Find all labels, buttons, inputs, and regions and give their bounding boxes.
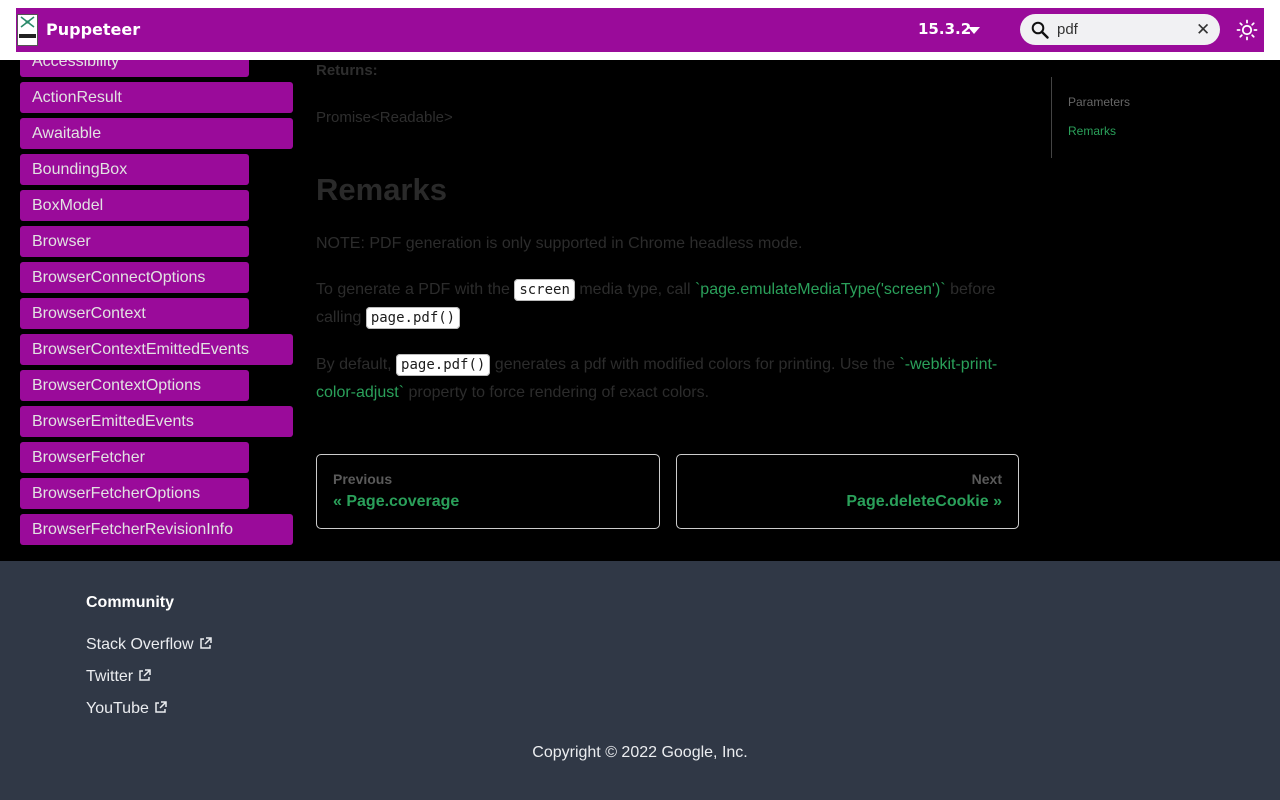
pager-title: Page.deleteCookie » bbox=[846, 493, 1002, 510]
sidebar-item-browsercontextemittedevents[interactable]: BrowserContextEmittedEvents bbox=[20, 334, 293, 365]
footer-link-label: Twitter bbox=[86, 668, 134, 685]
media-type-paragraph: To generate a PDF with the screen media … bbox=[316, 276, 1016, 332]
sidebar-item-label: BoxModel bbox=[32, 197, 104, 214]
sidebar-item-browserfetcherrevisioninfo[interactable]: BrowserFetcherRevisionInfo bbox=[20, 514, 293, 545]
pager-sublabel: Previous bbox=[333, 471, 393, 487]
footer-link-twitter[interactable]: Twitter bbox=[86, 668, 151, 686]
sidebar-item-boxmodel[interactable]: BoxModel bbox=[20, 190, 249, 221]
emulate-media-type-link[interactable]: `page.emulateMediaType('screen')` bbox=[695, 281, 946, 298]
remarks-heading: Remarks bbox=[316, 172, 447, 207]
previous-page-link[interactable]: Previous « Page.coverage bbox=[316, 454, 660, 529]
toc-item-parameters[interactable]: Parameters bbox=[1068, 95, 1130, 109]
puppeteer-logo-icon bbox=[20, 16, 35, 28]
sidebar-item-label: BrowserContextOptions bbox=[32, 377, 201, 394]
sidebar-item-label: BrowserContextEmittedEvents bbox=[32, 341, 249, 358]
sidebar-item-browsercontextoptions[interactable]: BrowserContextOptions bbox=[20, 370, 249, 401]
navbar-frame-right bbox=[1264, 0, 1280, 60]
version-dropdown[interactable]: 15.3.2 bbox=[918, 20, 971, 38]
search-input[interactable] bbox=[1057, 14, 1187, 45]
next-page-link[interactable]: Next Page.deleteCookie » bbox=[676, 454, 1019, 529]
returns-value: Promise<Readable> bbox=[316, 109, 453, 126]
logo-caption bbox=[19, 34, 36, 38]
sidebar-item-browserfetcheroptions[interactable]: BrowserFetcherOptions bbox=[20, 478, 249, 509]
navbar-divider bbox=[0, 52, 1280, 60]
sidebar-item-label: Browser bbox=[32, 233, 91, 250]
navbar-frame-top bbox=[0, 0, 1280, 8]
close-icon[interactable]: ✕ bbox=[1196, 20, 1210, 40]
puppeteer-logo[interactable] bbox=[17, 14, 38, 46]
sidebar-item-browseremittedevents[interactable]: BrowserEmittedEvents bbox=[20, 406, 293, 437]
sidebar-item-browser[interactable]: Browser bbox=[20, 226, 249, 257]
sidebar-item-label: BrowserFetcherRevisionInfo bbox=[32, 521, 233, 538]
sidebar-item-browsercontext[interactable]: BrowserContext bbox=[20, 298, 249, 329]
paragraph-text: property to force rendering of exact col… bbox=[404, 384, 710, 401]
sidebar-item-browserconnectoptions[interactable]: BrowserConnectOptions bbox=[20, 262, 249, 293]
sidebar-item-label: BrowserEmittedEvents bbox=[32, 413, 194, 430]
brand-title[interactable]: Puppeteer bbox=[46, 20, 140, 39]
sidebar-item-actionresult[interactable]: ActionResult bbox=[20, 82, 293, 113]
print-colors-paragraph: By default, page.pdf() generates a pdf w… bbox=[316, 351, 1016, 406]
note-paragraph: NOTE: PDF generation is only supported i… bbox=[316, 235, 803, 252]
paragraph-text: generates a pdf with modified colors for… bbox=[490, 356, 900, 373]
toc-divider bbox=[1051, 77, 1052, 158]
chevron-down-icon[interactable] bbox=[968, 27, 980, 34]
toc-item-remarks[interactable]: Remarks bbox=[1068, 124, 1116, 138]
inline-code: screen bbox=[514, 279, 575, 301]
footer-link-stack-overflow[interactable]: Stack Overflow bbox=[86, 636, 212, 654]
copyright: Copyright © 2022 Google, Inc. bbox=[532, 744, 748, 761]
sidebar-item-label: Awaitable bbox=[32, 125, 102, 142]
paragraph-text: media type, call bbox=[574, 281, 695, 298]
sidebar-item-label: BrowserConnectOptions bbox=[32, 269, 206, 286]
pager-sublabel: Next bbox=[971, 471, 1002, 487]
sidebar-item-boundingbox[interactable]: BoundingBox bbox=[20, 154, 249, 185]
inline-code: page.pdf() bbox=[365, 307, 461, 329]
footer: Community Stack Overflow Twitter YouTube… bbox=[0, 561, 1280, 800]
footer-link-label: Stack Overflow bbox=[86, 636, 194, 653]
search-icon bbox=[1031, 21, 1049, 39]
sidebar-item-label: BoundingBox bbox=[32, 161, 128, 178]
inline-code: page.pdf() bbox=[396, 354, 491, 376]
footer-heading: Community bbox=[86, 594, 174, 611]
sidebar-item-label: ActionResult bbox=[32, 89, 122, 106]
pager-title: « Page.coverage bbox=[333, 493, 460, 510]
sidebar-item-label: BrowserFetcher bbox=[32, 449, 145, 466]
sidebar-item-awaitable[interactable]: Awaitable bbox=[20, 118, 293, 149]
sidebar-item-label: BrowserContext bbox=[32, 305, 146, 322]
paragraph-text: By default, bbox=[316, 356, 397, 373]
external-link-icon bbox=[139, 669, 151, 681]
navbar-frame-left bbox=[0, 0, 16, 60]
footer-link-label: YouTube bbox=[86, 700, 149, 717]
sun-icon[interactable] bbox=[1236, 19, 1258, 41]
footer-link-youtube[interactable]: YouTube bbox=[86, 700, 167, 718]
sidebar-item-label: BrowserFetcherOptions bbox=[32, 485, 201, 502]
external-link-icon bbox=[155, 701, 167, 713]
search-box[interactable]: ✕ bbox=[1020, 14, 1220, 45]
sidebar-item-browserfetcher[interactable]: BrowserFetcher bbox=[20, 442, 249, 473]
external-link-icon bbox=[199, 637, 212, 649]
returns-label: Returns: bbox=[316, 62, 378, 79]
paragraph-text: To generate a PDF with the bbox=[316, 281, 515, 298]
